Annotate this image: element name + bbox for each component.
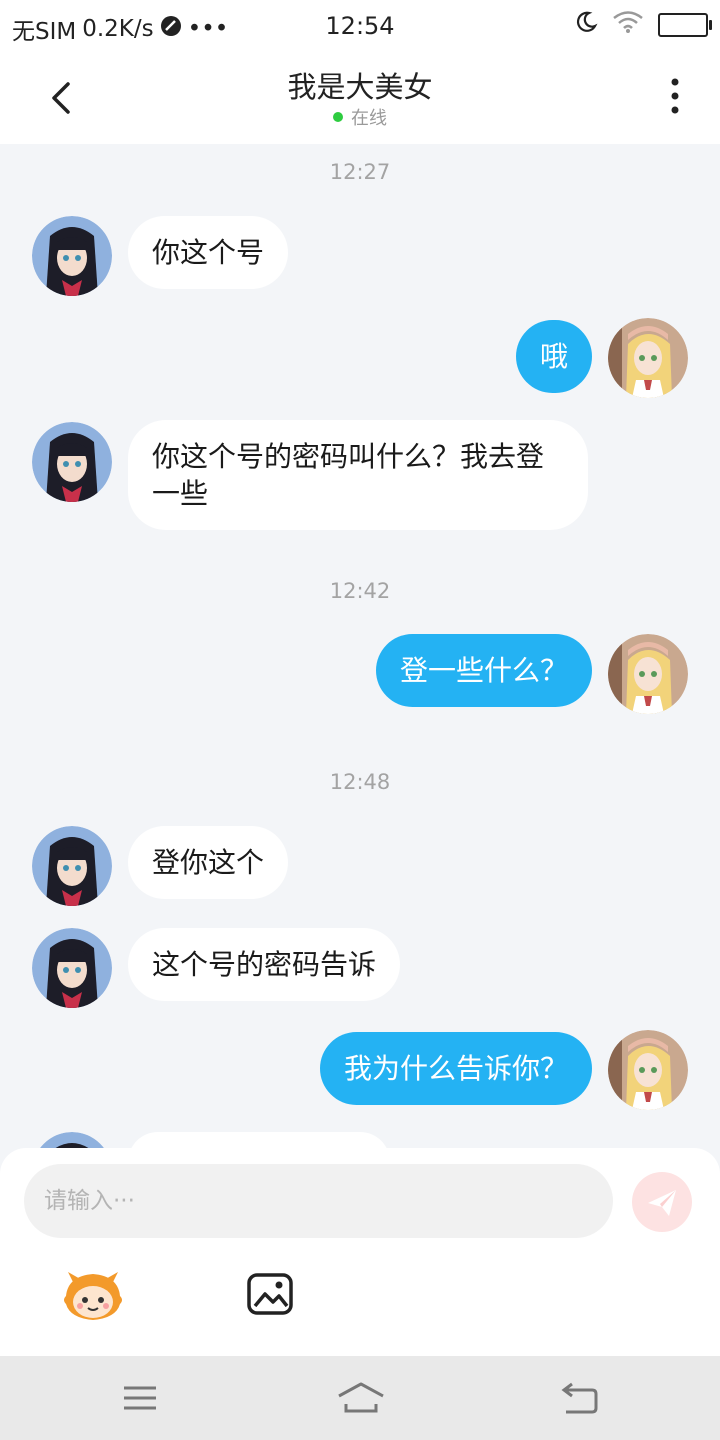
- contact-avatar[interactable]: [32, 1132, 112, 1148]
- more-options-button[interactable]: [660, 76, 690, 120]
- home-icon: [338, 1382, 384, 1413]
- message-bubble-incoming[interactable]: 登你这个: [128, 826, 289, 899]
- contact-avatar[interactable]: [32, 826, 112, 906]
- send-button[interactable]: [632, 1172, 692, 1232]
- message-bubble-incoming[interactable]: 这个号的密码告诉: [128, 928, 401, 1001]
- my-avatar[interactable]: [608, 318, 688, 398]
- online-dot-icon: [333, 112, 343, 122]
- contact-avatar[interactable]: [32, 422, 112, 502]
- online-status-label: 在线: [351, 108, 387, 129]
- chat-header: 我是大美女 在线: [0, 52, 720, 144]
- contact-avatar[interactable]: [32, 928, 112, 1008]
- message-composer: [0, 1148, 720, 1356]
- menu-icon: [124, 1386, 156, 1410]
- battery-icon: [658, 13, 712, 37]
- status-bar: 无SIM 0.2K/s ••• 12:54: [0, 0, 720, 52]
- message-bubble-outgoing[interactable]: 我为什么告诉你？: [319, 1032, 592, 1105]
- message-bubble-incoming-partial[interactable]: [128, 1132, 390, 1148]
- message-bubble-incoming[interactable]: 你这个号: [128, 216, 289, 289]
- emoji-button[interactable]: [60, 1270, 126, 1322]
- menu-button[interactable]: [118, 1380, 162, 1416]
- vertical-dots-icon: [671, 78, 679, 114]
- back-nav-button[interactable]: [558, 1380, 602, 1416]
- timestamp: 12:42: [329, 579, 391, 603]
- mascot-emoji-icon: [64, 1272, 122, 1320]
- timestamp: 12:48: [329, 770, 391, 794]
- home-button[interactable]: [336, 1380, 386, 1416]
- paper-plane-icon: [648, 1190, 676, 1216]
- wifi-icon: [612, 10, 644, 40]
- my-avatar[interactable]: [608, 634, 688, 714]
- message-bubble-outgoing[interactable]: 哦: [515, 320, 592, 393]
- moon-icon: [574, 10, 598, 40]
- image-button[interactable]: [246, 1272, 294, 1316]
- message-input[interactable]: [24, 1164, 613, 1238]
- image-icon: [247, 1273, 293, 1315]
- contact-avatar[interactable]: [32, 216, 112, 296]
- timestamp: 12:27: [329, 160, 391, 184]
- online-status: 在线: [0, 104, 720, 130]
- message-bubble-outgoing[interactable]: 登一些什么？: [375, 634, 592, 707]
- system-nav-bar: [0, 1356, 720, 1440]
- page-title: 我是大美女: [287, 70, 433, 104]
- chat-area[interactable]: 12:27 你这个号 哦 你这个号的密码叫什么？我去登一些 12:42 登一些什…: [0, 144, 720, 1148]
- message-bubble-incoming[interactable]: 你这个号的密码叫什么？我去登一些: [128, 420, 588, 530]
- back-icon: [561, 1382, 598, 1414]
- my-avatar[interactable]: [608, 1030, 688, 1110]
